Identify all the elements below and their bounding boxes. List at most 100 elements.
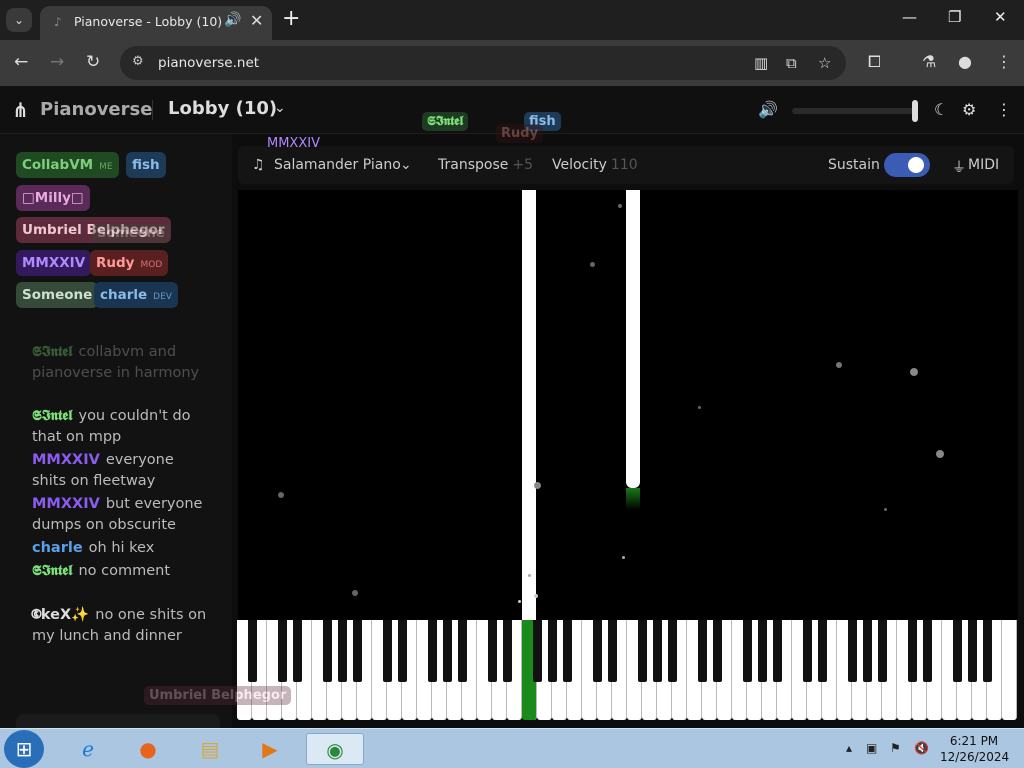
black-key[interactable]	[817, 620, 827, 682]
black-key[interactable]	[967, 620, 977, 682]
black-key[interactable]	[607, 620, 617, 682]
black-key[interactable]	[697, 620, 707, 682]
bookmark-star-icon[interactable]: ☆	[818, 54, 831, 72]
particle	[618, 204, 622, 208]
black-key[interactable]	[652, 620, 662, 682]
black-key[interactable]	[337, 620, 347, 682]
black-key[interactable]	[802, 620, 812, 682]
black-key[interactable]	[382, 620, 392, 682]
maximize-button[interactable]: ❐	[948, 8, 961, 26]
new-tab-button[interactable]: +	[282, 6, 300, 31]
volume-muted-icon[interactable]: 🔇	[914, 741, 929, 755]
black-key[interactable]	[712, 620, 722, 682]
note-glow	[626, 488, 640, 510]
black-key[interactable]	[592, 620, 602, 682]
close-window-button[interactable]: ✕	[994, 8, 1007, 26]
action-center-flag-icon[interactable]: ⚑	[890, 741, 901, 755]
user-name: charle	[100, 287, 148, 303]
tab-search-button[interactable]: ⌄	[6, 8, 32, 32]
black-key[interactable]	[877, 620, 887, 682]
minimize-button[interactable]: —	[902, 8, 917, 26]
black-key[interactable]	[547, 620, 557, 682]
settings-gear-icon[interactable]: ⚙	[962, 100, 976, 119]
black-key[interactable]	[322, 620, 332, 682]
remote-cursor-label: Rudy	[496, 124, 544, 143]
close-tab-icon[interactable]: ✕	[250, 11, 263, 30]
black-key[interactable]	[742, 620, 752, 682]
black-key[interactable]	[397, 620, 407, 682]
extensions-icon[interactable]: ⧠	[868, 52, 881, 72]
white-key[interactable]	[1002, 620, 1017, 720]
chevron-down-icon[interactable]: ⌄	[400, 157, 412, 173]
room-selector[interactable]: Lobby (10)	[168, 98, 277, 119]
instrument-select[interactable]: Salamander Piano	[274, 157, 401, 173]
black-key[interactable]	[457, 620, 467, 682]
toggle-knob	[908, 157, 924, 173]
internet-explorer-icon[interactable]: ℯ	[66, 733, 110, 765]
black-key[interactable]	[757, 620, 767, 682]
site-info-icon[interactable]: ⚙	[132, 54, 144, 69]
black-key[interactable]	[562, 620, 572, 682]
black-key[interactable]	[502, 620, 512, 682]
media-player-icon[interactable]: ▶	[248, 733, 292, 765]
install-app-icon[interactable]: ⧉	[786, 54, 797, 72]
browser-tab[interactable]: ♪ Pianoverse - Lobby (10) 🔊 ✕	[40, 6, 272, 40]
black-key[interactable]	[637, 620, 647, 682]
black-key[interactable]	[772, 620, 782, 682]
labs-flask-icon[interactable]: ⚗	[922, 52, 936, 71]
back-button[interactable]: ←	[14, 52, 28, 72]
volume-icon[interactable]: 🔊	[758, 100, 778, 119]
volume-slider-thumb[interactable]	[912, 100, 918, 122]
volume-slider[interactable]	[792, 108, 916, 114]
black-key[interactable]	[247, 620, 257, 682]
reading-mode-icon[interactable]: ▥	[754, 54, 768, 72]
chevron-down-icon[interactable]: ⌄	[274, 100, 286, 116]
black-key[interactable]	[532, 620, 542, 682]
more-menu-icon[interactable]: ⋮	[996, 100, 1012, 119]
start-button[interactable]: ⊞	[4, 730, 44, 768]
file-explorer-icon[interactable]: ▤	[188, 733, 232, 765]
profile-icon[interactable]: ●	[958, 52, 972, 71]
midi-button[interactable]: MIDI	[968, 157, 999, 173]
black-key[interactable]	[277, 620, 287, 682]
black-key[interactable]	[487, 620, 497, 682]
user-chip[interactable]: Rudy MOD	[90, 250, 169, 276]
header-divider	[152, 100, 153, 120]
user-chip[interactable]: fish	[126, 152, 166, 178]
black-key[interactable]	[862, 620, 872, 682]
black-key[interactable]	[427, 620, 437, 682]
user-chip[interactable]: MMXXIV	[16, 250, 92, 276]
velocity-control[interactable]: Velocity 110	[552, 157, 638, 173]
black-key[interactable]	[922, 620, 932, 682]
browser-tab-strip: ⌄ ♪ Pianoverse - Lobby (10) 🔊 ✕ + — ❐ ✕	[0, 0, 1024, 40]
browser-toolbar: ← → ↻ ⚙ pianoverse.net ▥ ⧉ ☆ ⧠ ⚗ ● ⋮	[0, 40, 1024, 86]
black-key[interactable]	[442, 620, 452, 682]
firefox-icon[interactable]: ●	[126, 733, 170, 765]
dark-mode-icon[interactable]: ☾	[934, 100, 948, 119]
black-key[interactable]	[982, 620, 992, 682]
menu-icon[interactable]: ⋮	[996, 52, 1012, 71]
forward-button[interactable]: →	[50, 52, 64, 72]
transpose-control[interactable]: Transpose +5	[438, 157, 533, 173]
address-bar[interactable]: ⚙ pianoverse.net ▥ ⧉ ☆	[120, 46, 846, 80]
chat-author: 𝕾𝕴𝖓𝖙𝖊𝖑	[32, 563, 73, 579]
black-key[interactable]	[952, 620, 962, 682]
black-key[interactable]	[292, 620, 302, 682]
piano-keyboard[interactable]	[237, 620, 1017, 720]
network-icon[interactable]: ▣	[866, 741, 877, 755]
speaker-icon[interactable]: 🔊	[224, 12, 241, 28]
user-chip[interactable]: Someone	[16, 282, 99, 308]
system-clock[interactable]: 6:21 PM 12/26/2024	[940, 733, 1009, 765]
reload-button[interactable]: ↻	[86, 52, 100, 72]
remote-cursor-label: Umbriel Belphegor	[144, 686, 292, 705]
user-chip[interactable]: charle DEV	[94, 282, 178, 308]
user-chip[interactable]: □Milly□	[16, 185, 90, 211]
black-key[interactable]	[847, 620, 857, 682]
black-key[interactable]	[667, 620, 677, 682]
user-chip[interactable]: CollabVM ME	[16, 152, 119, 178]
chrome-taskbar-icon[interactable]: ◉	[306, 733, 364, 765]
black-key[interactable]	[352, 620, 362, 682]
sustain-toggle[interactable]	[884, 153, 930, 177]
black-key[interactable]	[907, 620, 917, 682]
show-hidden-icons[interactable]: ▴	[846, 741, 852, 755]
